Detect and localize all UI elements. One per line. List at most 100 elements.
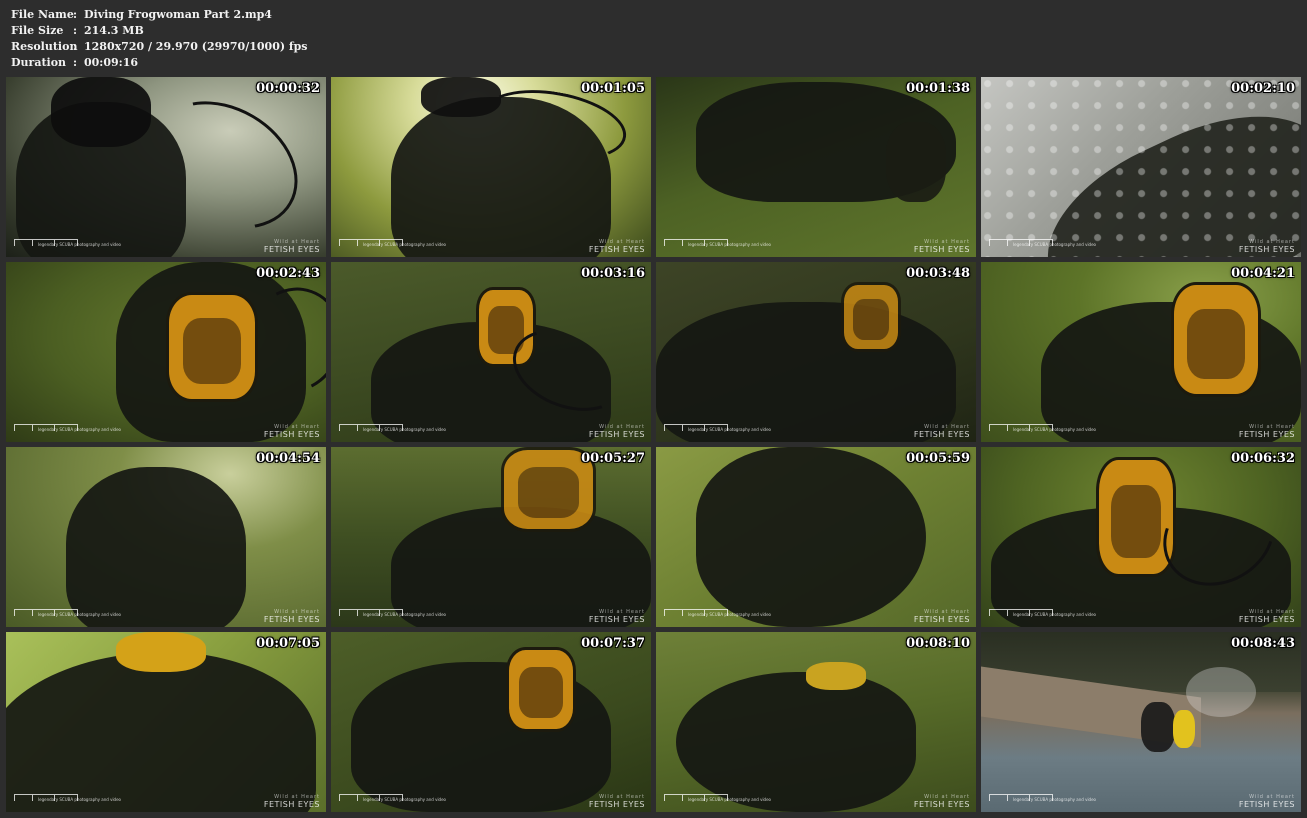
watermark-brand: FETISH EYES (263, 800, 320, 809)
thumbnail-timestamp: 00:08:43 (1231, 636, 1295, 651)
watermark-right-top: Wild at Heart (1249, 239, 1295, 245)
watermark-logo-right: Wild at Heart FETISH EYES (914, 609, 970, 624)
watermark-logo-right: Wild at Heart FETISH EYES (264, 794, 320, 809)
watermark-logo-right: Wild at Heart FETISH EYES (589, 424, 645, 439)
file-info-panel: File Name: Diving Frogwoman Part 2.mp4 Fil… (11, 7, 308, 71)
watermark-tick (339, 610, 340, 616)
video-thumbnail[interactable]: 00:02:10 legendary SCUBA photography and… (981, 77, 1301, 257)
thumbnail-timestamp: 00:08:10 (906, 636, 970, 651)
thumbnail-timestamp: 00:07:05 (256, 636, 320, 651)
watermark-subtitle: legendary SCUBA photography and video (688, 242, 771, 247)
video-thumbnail[interactable]: 00:05:27 legendary SCUBA photography and… (331, 447, 651, 627)
video-thumbnail[interactable]: 00:05:59 legendary SCUBA photography and… (656, 447, 976, 627)
watermark-tick (357, 425, 358, 431)
watermark-subtitle: legendary SCUBA photography and video (363, 612, 446, 617)
watermark-logo-right: Wild at Heart FETISH EYES (1239, 424, 1295, 439)
watermark-right-top: Wild at Heart (1249, 424, 1295, 430)
info-row-duration: Duration:00:09:16 (11, 55, 308, 71)
watermark-tick (989, 425, 990, 431)
watermark-subtitle: legendary SCUBA photography and video (1013, 612, 1096, 617)
watermark-logo-right: Wild at Heart FETISH EYES (264, 424, 320, 439)
watermark-tick (14, 795, 15, 801)
watermark-logo-left: legendary SCUBA photography and video (987, 421, 1097, 437)
info-separator: : (73, 56, 78, 69)
diver-figure (6, 652, 316, 812)
watermark-right-top: Wild at Heart (1249, 609, 1295, 615)
watermark-brand: FETISH EYES (1238, 800, 1295, 809)
watermark-subtitle: legendary SCUBA photography and video (38, 242, 121, 247)
video-thumbnail[interactable]: 00:01:38 legendary SCUBA photography and… (656, 77, 976, 257)
watermark-tick (357, 795, 358, 801)
video-thumbnail[interactable]: 00:01:05 legendary SCUBA photography and… (331, 77, 651, 257)
watermark-logo-right: Wild at Heart FETISH EYES (1239, 609, 1295, 624)
watermark-tick (339, 425, 340, 431)
video-thumbnail[interactable]: 00:06:32 legendary SCUBA photography and… (981, 447, 1301, 627)
watermark-subtitle: legendary SCUBA photography and video (688, 797, 771, 802)
info-value: 214.3 MB (84, 24, 144, 37)
watermark-tick (1007, 610, 1008, 616)
watermark-logo-right: Wild at Heart FETISH EYES (914, 239, 970, 254)
thumbnail-timestamp: 00:06:32 (1231, 451, 1295, 466)
watermark-subtitle: legendary SCUBA photography and video (38, 797, 121, 802)
watermark-subtitle: legendary SCUBA photography and video (1013, 797, 1096, 802)
video-thumbnail[interactable]: 00:07:05 legendary SCUBA photography and… (6, 632, 326, 812)
watermark-brand: FETISH EYES (263, 615, 320, 624)
watermark-subtitle: legendary SCUBA photography and video (688, 427, 771, 432)
watermark-tick (1007, 795, 1008, 801)
watermark-brand: FETISH EYES (913, 430, 970, 439)
video-thumbnail[interactable]: 00:04:54 legendary SCUBA photography and… (6, 447, 326, 627)
diver-figure (51, 77, 151, 147)
mask-glass (852, 299, 890, 341)
info-row-resolution: Resolution:1280x720 / 29.970 (29970/1000… (11, 39, 308, 55)
diver-figure (696, 447, 926, 627)
watermark-brand: FETISH EYES (588, 430, 645, 439)
scene-detail (116, 632, 206, 672)
mask-glass (1187, 308, 1245, 379)
thumbnail-timestamp: 00:00:32 (256, 81, 320, 96)
thumbnail-timestamp: 00:07:37 (581, 636, 645, 651)
thumbnail-timestamp: 00:02:10 (1231, 81, 1295, 96)
watermark-tick (1007, 425, 1008, 431)
thumbnail-timestamp: 00:01:05 (581, 81, 645, 96)
mask-glass (182, 317, 242, 385)
video-thumbnail[interactable]: 00:02:43 legendary SCUBA photography and… (6, 262, 326, 442)
watermark-right-top: Wild at Heart (924, 609, 970, 615)
watermark-tick (32, 425, 33, 431)
thumbnail-timestamp: 00:04:54 (256, 451, 320, 466)
watermark-right-top: Wild at Heart (1249, 794, 1295, 800)
thumbnail-timestamp: 00:05:59 (906, 451, 970, 466)
video-thumbnail[interactable]: 00:07:37 legendary SCUBA photography and… (331, 632, 651, 812)
info-label: Duration (11, 56, 67, 69)
thumbnail-timestamp: 00:01:38 (906, 81, 970, 96)
video-thumbnail[interactable]: 00:08:43 legendary SCUBA photography and… (981, 632, 1301, 812)
diver-figure (886, 122, 946, 202)
watermark-logo-right: Wild at Heart FETISH EYES (264, 609, 320, 624)
watermark-brand: FETISH EYES (1238, 615, 1295, 624)
watermark-logo-left: legendary SCUBA photography and video (662, 236, 772, 252)
watermark-logo-right: Wild at Heart FETISH EYES (1239, 794, 1295, 809)
scene-detail (981, 77, 1301, 257)
video-thumbnail[interactable]: 00:03:16 legendary SCUBA photography and… (331, 262, 651, 442)
diver-figure (1141, 702, 1175, 752)
video-thumbnail[interactable]: 00:03:48 legendary SCUBA photography and… (656, 262, 976, 442)
watermark-logo-left: legendary SCUBA photography and video (12, 421, 122, 437)
watermark-tick (339, 240, 340, 246)
watermark-logo-left: legendary SCUBA photography and video (337, 606, 447, 622)
diving-mask (1096, 457, 1176, 577)
watermark-tick (357, 240, 358, 246)
info-label: File Name (11, 8, 74, 21)
watermark-logo-left: legendary SCUBA photography and video (12, 606, 122, 622)
watermark-logo-left: legendary SCUBA photography and video (12, 236, 122, 252)
watermark-tick (664, 610, 665, 616)
watermark-logo-left: legendary SCUBA photography and video (662, 421, 772, 437)
watermark-logo-left: legendary SCUBA photography and video (662, 791, 772, 807)
video-thumbnail[interactable]: 00:04:21 legendary SCUBA photography and… (981, 262, 1301, 442)
watermark-subtitle: legendary SCUBA photography and video (1013, 242, 1096, 247)
info-row-file-size: File Size:214.3 MB (11, 23, 308, 39)
watermark-logo-left: legendary SCUBA photography and video (337, 236, 447, 252)
scene-detail (1173, 710, 1195, 748)
video-thumbnail[interactable]: 00:08:10 legendary SCUBA photography and… (656, 632, 976, 812)
video-thumbnail[interactable]: 00:00:32 legendary SCUBA photography and… (6, 77, 326, 257)
info-label: File Size (11, 24, 64, 37)
watermark-right-top: Wild at Heart (274, 794, 320, 800)
